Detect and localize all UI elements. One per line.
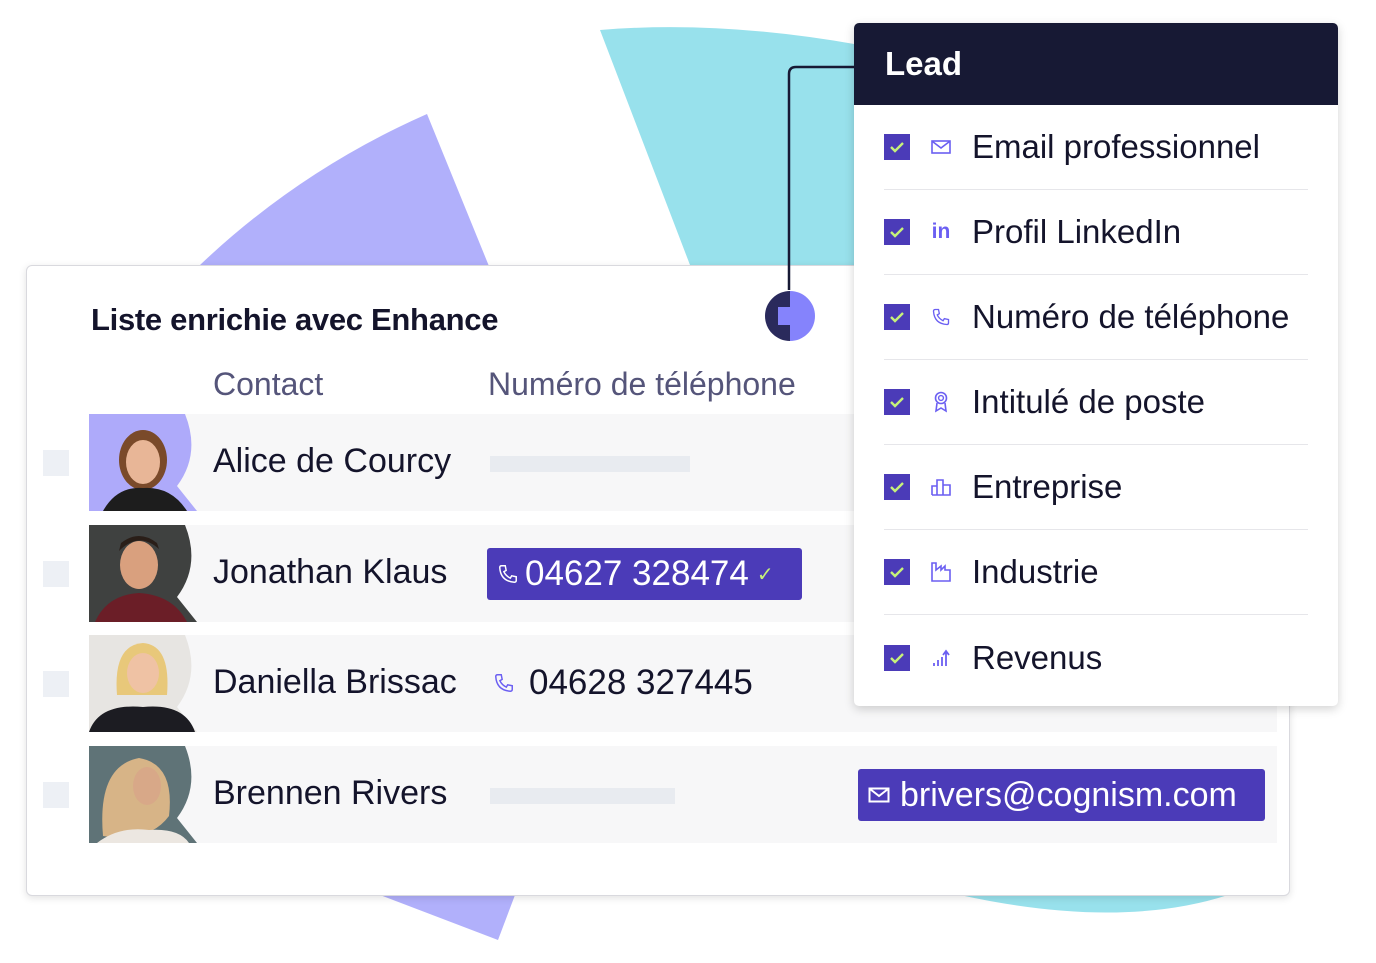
revenue-chart-icon: [930, 647, 952, 669]
field-option-linkedin[interactable]: in Profil LinkedIn: [884, 190, 1308, 275]
row-checkbox[interactable]: [43, 561, 69, 587]
email-badge[interactable]: brivers@cognism.com: [858, 769, 1265, 821]
building-icon: [930, 476, 952, 498]
contact-name: Brennen Rivers: [213, 774, 448, 812]
lead-fields-list: Email professionnel in Profil LinkedIn N…: [854, 105, 1338, 700]
avatar: [89, 635, 197, 732]
verified-check-icon: ✓: [756, 563, 774, 586]
lead-fields-panel: Lead Email professionnel in Profil Linke…: [854, 23, 1338, 706]
mail-icon: [868, 787, 890, 803]
phone-icon: [930, 306, 952, 328]
field-option-phone[interactable]: Numéro de téléphone: [884, 275, 1308, 360]
field-label: Intitulé de poste: [972, 383, 1205, 420]
contact-name: Jonathan Klaus: [213, 553, 448, 591]
card-title: Liste enrichie avec Enhance: [91, 302, 499, 337]
contact-name: Daniella Brissac: [213, 663, 457, 701]
phone-placeholder: [490, 456, 690, 472]
checkbox-checked[interactable]: [884, 644, 910, 671]
panel-title: Lead: [854, 23, 1338, 105]
field-label: Profil LinkedIn: [972, 213, 1182, 250]
row-checkbox[interactable]: [43, 782, 69, 808]
checkbox-checked[interactable]: [884, 134, 910, 160]
column-header-contact: Contact: [213, 366, 324, 402]
checkbox-checked[interactable]: [884, 389, 910, 415]
field-option-industry[interactable]: Industrie: [884, 530, 1308, 615]
contact-name: Alice de Courcy: [213, 442, 452, 480]
phone-number: 04628 327445: [529, 663, 753, 702]
phone-number-badge[interactable]: 04627 328474 ✓: [487, 548, 802, 600]
field-label: Email professionnel: [972, 128, 1260, 165]
connector-node-icon: [765, 291, 815, 341]
checkbox-checked[interactable]: [884, 559, 910, 585]
linkedin-icon: in: [931, 220, 951, 243]
factory-icon: [930, 561, 952, 583]
field-option-job-title[interactable]: Intitulé de poste: [884, 360, 1308, 445]
avatar: [89, 525, 197, 622]
field-option-email[interactable]: Email professionnel: [884, 105, 1308, 190]
field-label: Entreprise: [972, 468, 1123, 505]
field-option-revenue[interactable]: Revenus: [884, 615, 1308, 700]
checkbox-checked[interactable]: [884, 474, 910, 500]
purple-sector-bottom: [380, 895, 515, 940]
row-checkbox[interactable]: [43, 450, 69, 476]
row-checkbox[interactable]: [43, 671, 69, 697]
mail-icon: [930, 136, 952, 158]
email-address: brivers@cognism.com: [900, 775, 1237, 814]
column-header-phone: Numéro de téléphone: [488, 366, 796, 402]
field-label: Numéro de téléphone: [972, 298, 1290, 335]
badge-icon: [930, 391, 952, 413]
field-label: Industrie: [972, 553, 1099, 590]
phone-icon: [495, 674, 513, 692]
field-option-company[interactable]: Entreprise: [884, 445, 1308, 530]
avatar: [89, 414, 197, 511]
phone-placeholder: [490, 788, 675, 804]
avatar: [89, 746, 197, 843]
field-label: Revenus: [972, 638, 1103, 676]
phone-number: 04627 328474: [525, 554, 749, 593]
phone-icon: [499, 565, 517, 583]
table-row[interactable]: Brennen Rivers brivers@cognism.com: [43, 746, 1277, 843]
checkbox-checked[interactable]: [884, 219, 910, 245]
phone-number-plain[interactable]: 04628 327445: [493, 663, 753, 703]
checkbox-checked[interactable]: [884, 304, 910, 330]
